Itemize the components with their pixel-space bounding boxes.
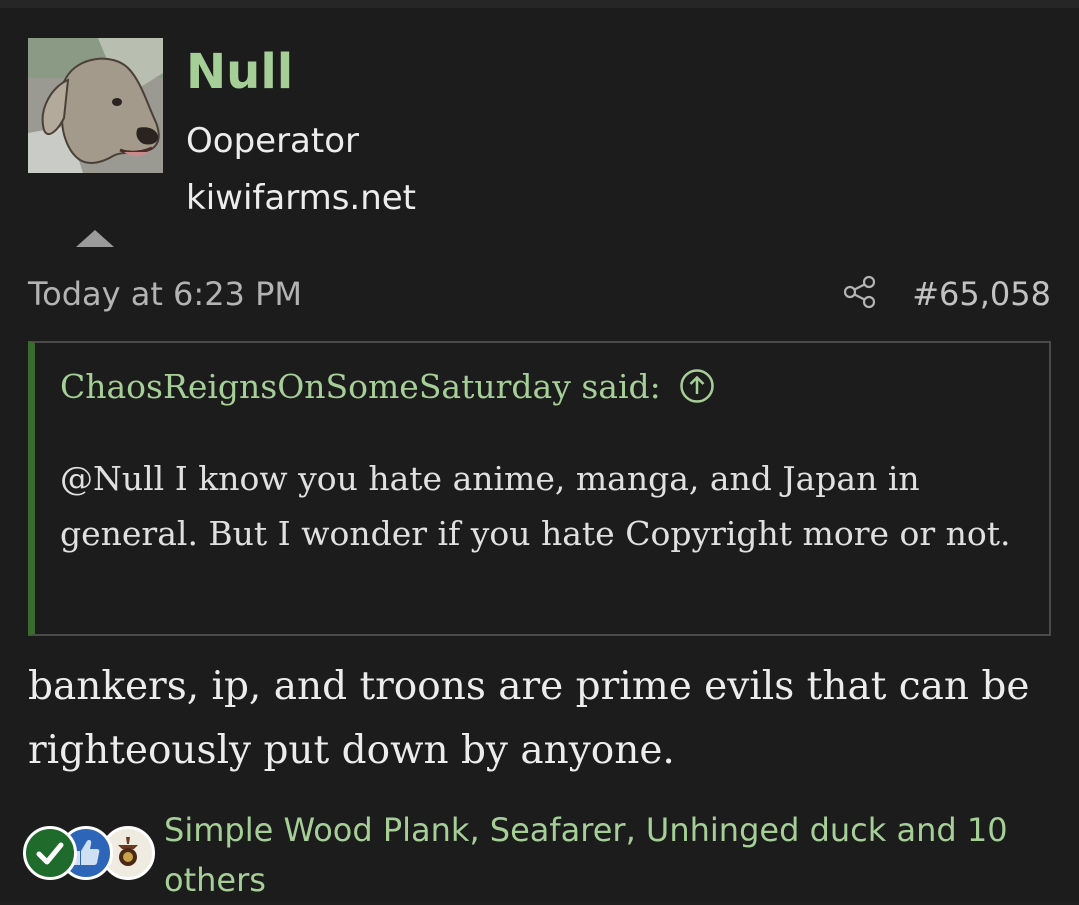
- reaction-icons[interactable]: [23, 826, 159, 886]
- quote-text: @Null I know you hate anime, manga, and …: [60, 459, 1011, 553]
- user-site: kiwifarms.net: [186, 178, 417, 218]
- dog-avatar-image: [28, 38, 163, 173]
- post-number[interactable]: #65,058: [912, 272, 1051, 316]
- top-strip: [0, 0, 1079, 8]
- avatar[interactable]: [28, 38, 163, 173]
- quote-author-link[interactable]: ChaosReignsOnSomeSaturday said:: [60, 363, 715, 411]
- username[interactable]: Null: [186, 42, 293, 102]
- post-timestamp[interactable]: Today at 6:23 PM: [28, 272, 302, 316]
- quote-block: ChaosReignsOnSomeSaturday said: @Null I …: [28, 341, 1051, 636]
- user-title: Ooperator: [186, 121, 359, 161]
- arrow-up-circle-icon[interactable]: [679, 368, 715, 404]
- share-icon[interactable]: [843, 275, 877, 309]
- collapse-arrow-icon[interactable]: [76, 230, 114, 247]
- checkmark-reaction-icon: [23, 826, 77, 880]
- quote-author-label[interactable]: ChaosReignsOnSomeSaturday said:: [60, 367, 661, 406]
- reactions-summary[interactable]: Simple Wood Plank, Seafarer, Unhinged du…: [164, 805, 1054, 905]
- post-body-text: bankers, ip, and troons are prime evils …: [28, 664, 1030, 773]
